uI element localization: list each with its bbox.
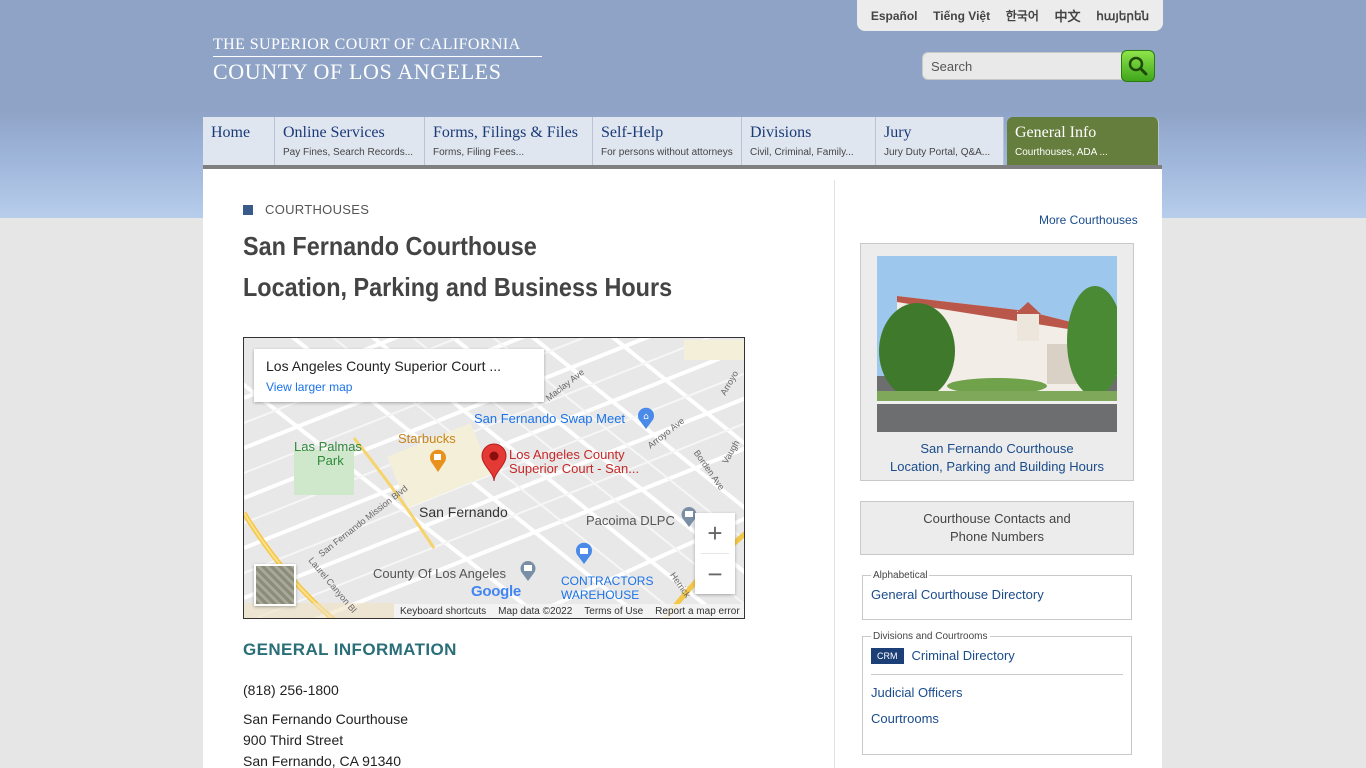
nav-jury[interactable]: Jury Jury Duty Portal, Q&A... [876, 117, 1004, 165]
divisions-courtrooms-group: Divisions and Courtrooms CRM Criminal Dir… [862, 631, 1132, 755]
nav-forms-sub: Forms, Filing Fees... [433, 147, 525, 158]
phone-number: (818) 256-1800 [243, 682, 339, 698]
page-title-line-1: San Fernando Courthouse [243, 231, 537, 261]
nav-online-services[interactable]: Online Services Pay Fines, Search Record… [275, 117, 425, 165]
map-label-las-palmas: Las Palmas [294, 439, 362, 454]
map-label-county: County Of Los Angeles [373, 566, 506, 581]
court-logo[interactable]: THE SUPERIOR COURT OF CALIFORNIA COUNTY … [213, 36, 542, 83]
embedded-map[interactable]: San Fernando Swap Meet ⌂ Las Palmas Park… [243, 337, 745, 619]
lang-vietnamese[interactable]: Tiếng Việt [933, 9, 990, 23]
address-line-2: 900 Third Street [243, 732, 344, 748]
photo-caption-line-2: Location, Parking and Building Hours [890, 459, 1104, 474]
logo-line-2: COUNTY OF LOS ANGELES [213, 59, 502, 84]
nav-online-services-sub: Pay Fines, Search Records... [283, 147, 414, 158]
contacts-line-1: Courthouse Contacts and [923, 511, 1071, 526]
alphabetical-legend: Alphabetical [873, 570, 928, 581]
lang-espanol[interactable]: Español [871, 9, 918, 23]
nav-self-help-sub: For persons without attorneys [601, 147, 733, 158]
report-map-error-link[interactable]: Report a map error [655, 606, 739, 617]
map-label-contractors-1: CONTRACTORS [561, 574, 654, 588]
search-button[interactable] [1121, 50, 1155, 82]
google-logo: Google [471, 583, 521, 600]
divisions-legend: Divisions and Courtrooms [873, 631, 988, 642]
page-title-line-2: Location, Parking and Business Hours [243, 272, 673, 302]
nav-divisions-sub: Civil, Criminal, Family... [750, 147, 854, 158]
nav-forms-title: Forms, Filings & Files [433, 124, 578, 141]
lang-armenian[interactable]: հայերեն [1096, 9, 1149, 23]
courthouse-photo [877, 256, 1117, 432]
map-label-city: San Fernando [419, 504, 508, 520]
nav-general-info[interactable]: General Info Courthouses, ADA ... [1007, 117, 1159, 165]
courthouse-contacts-button[interactable]: Courthouse Contacts and Phone Numbers [860, 501, 1134, 555]
map-label-park: Park [317, 453, 344, 468]
column-divider [834, 180, 835, 768]
language-bar: Español Tiếng Việt 한국어 中文 հայերեն [857, 0, 1163, 31]
search-icon [1128, 56, 1148, 76]
nav-self-help-title: Self-Help [601, 124, 664, 141]
nav-jury-title: Jury [884, 124, 912, 141]
map-label-court-2: Superior Court - San... [509, 461, 640, 476]
crm-badge: CRM [871, 647, 904, 664]
map-zoom-control: + − [695, 513, 735, 594]
zoom-out-button[interactable]: − [695, 554, 735, 594]
main-nav: Home Online Services Pay Fines, Search R… [203, 117, 1162, 169]
map-card-name: Los Angeles County Superior Court ... [266, 358, 502, 374]
shopping-cart-icon: ⌂ [638, 407, 654, 429]
shopping-bag-icon [576, 542, 592, 564]
breadcrumb-label[interactable]: COURTHOUSES [265, 202, 369, 217]
judicial-officers-link[interactable]: Judicial Officers [871, 685, 1123, 700]
address-line-1: San Fernando Courthouse [243, 711, 408, 727]
map-label-swap-meet: San Fernando Swap Meet [474, 411, 626, 426]
general-information-heading: GENERAL INFORMATION [243, 640, 457, 659]
nav-general-info-sub: Courthouses, ADA ... [1015, 147, 1108, 158]
map-label-starbucks: Starbucks [398, 431, 456, 446]
criminal-directory-link[interactable]: Criminal Directory [912, 648, 1015, 663]
nav-divisions-title: Divisions [750, 124, 812, 141]
nav-forms[interactable]: Forms, Filings & Files Forms, Filing Fee… [425, 117, 593, 165]
nav-divisions[interactable]: Divisions Civil, Criminal, Family... [742, 117, 876, 165]
nav-self-help[interactable]: Self-Help For persons without attorneys [593, 117, 742, 165]
terms-of-use-link[interactable]: Terms of Use [584, 606, 643, 617]
map-label-pacoima: Pacoima DLPC [586, 513, 675, 528]
county-building-icon [520, 561, 536, 581]
address-line-3: San Fernando, CA 91340 [243, 753, 402, 768]
map-footer: Keyboard shortcuts Map data ©2022 Terms … [394, 604, 744, 618]
search-input[interactable]: Search [922, 52, 1122, 80]
courthouse-photo-card[interactable]: San Fernando Courthouse Location, Parkin… [860, 243, 1134, 481]
nav-home[interactable]: Home [203, 117, 275, 165]
zoom-in-button[interactable]: + [695, 513, 735, 553]
page-title: San Fernando Courthouse Location, Parkin… [243, 226, 672, 308]
nav-general-info-title: General Info [1015, 124, 1097, 141]
map-data-text: Map data ©2022 [498, 605, 573, 617]
svg-text:⌂: ⌂ [643, 412, 649, 422]
photo-caption[interactable]: San Fernando Courthouse Location, Parkin… [861, 440, 1133, 476]
logo-rule [213, 56, 542, 57]
map-pin-icon [481, 443, 507, 481]
breadcrumb: COURTHOUSES [243, 202, 369, 217]
logo-line-1: THE SUPERIOR COURT OF CALIFORNIA [213, 36, 521, 53]
photo-caption-line-1: San Fernando Courthouse [920, 441, 1074, 456]
nav-jury-sub: Jury Duty Portal, Q&A... [884, 147, 991, 158]
satellite-toggle-button[interactable] [254, 564, 296, 606]
courtrooms-link[interactable]: Courtrooms [871, 711, 1123, 726]
breadcrumb-square-icon [243, 204, 253, 215]
map-label-court-1: Los Angeles County [509, 447, 625, 462]
lang-korean[interactable]: 한국어 [1006, 7, 1039, 24]
contacts-line-2: Phone Numbers [950, 529, 1044, 544]
map-label-contractors-2: WAREHOUSE [561, 588, 640, 602]
general-courthouse-directory-link[interactable]: General Courthouse Directory [871, 587, 1123, 602]
view-larger-map-link[interactable]: View larger map [266, 380, 532, 394]
nav-online-services-title: Online Services [283, 124, 385, 141]
alphabetical-group: Alphabetical General Courthouse Director… [862, 570, 1132, 620]
criminal-directory-row[interactable]: CRM Criminal Directory [871, 647, 1123, 675]
keyboard-shortcuts-link[interactable]: Keyboard shortcuts [400, 606, 486, 617]
map-info-card: Los Angeles County Superior Court ... Vi… [254, 349, 544, 402]
lang-chinese[interactable]: 中文 [1055, 6, 1081, 25]
coffee-icon [430, 449, 446, 472]
more-courthouses-link[interactable]: More Courthouses [1039, 213, 1138, 227]
nav-home-title: Home [211, 124, 251, 141]
